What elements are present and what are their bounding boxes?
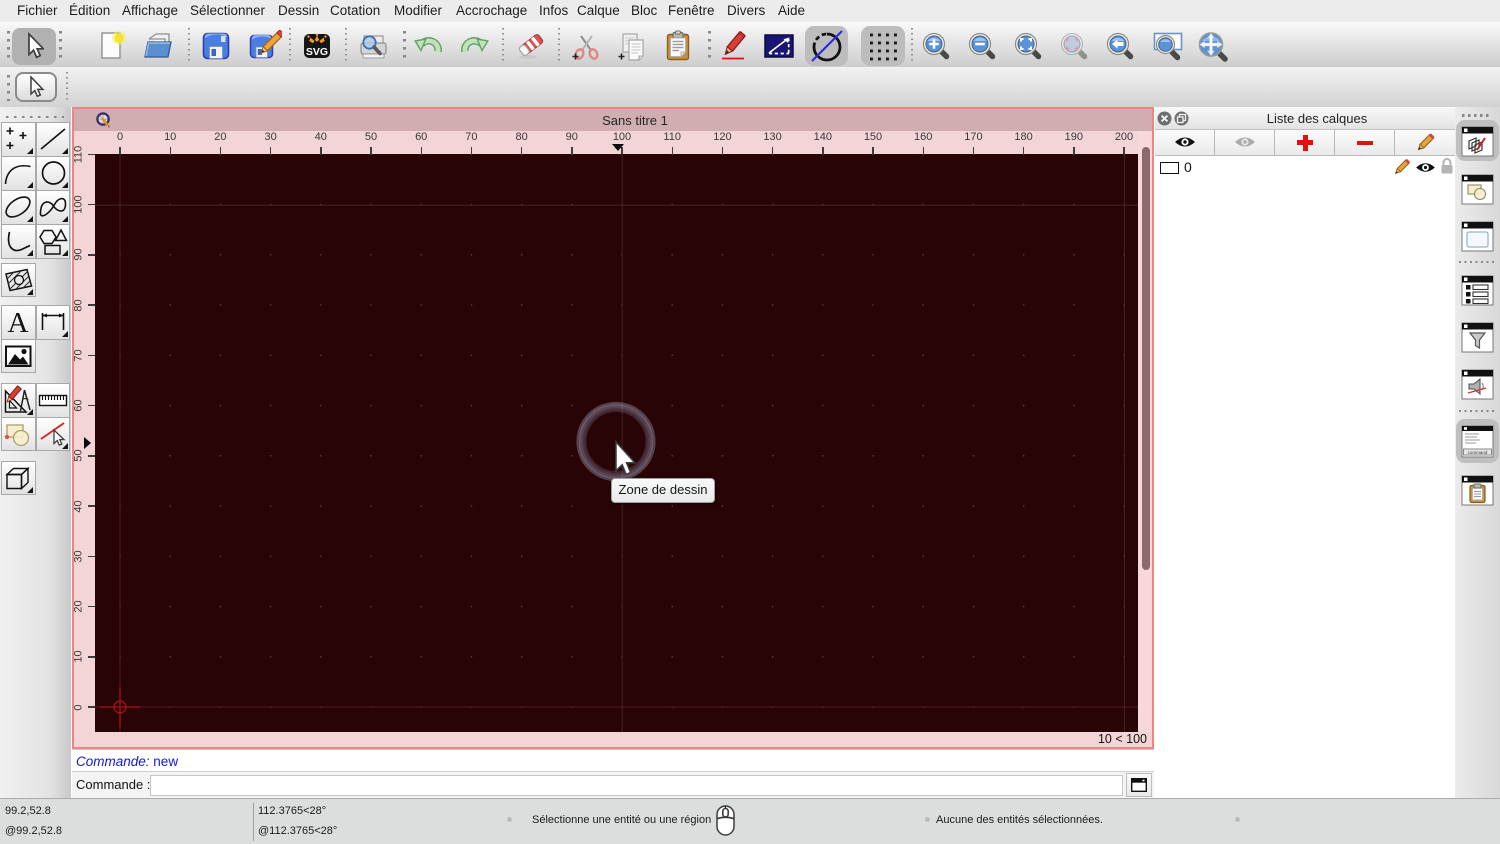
svg-text:command: command bbox=[1468, 449, 1488, 454]
svg-text:A: A bbox=[8, 307, 29, 338]
svg-text:SVG: SVG bbox=[306, 46, 328, 58]
